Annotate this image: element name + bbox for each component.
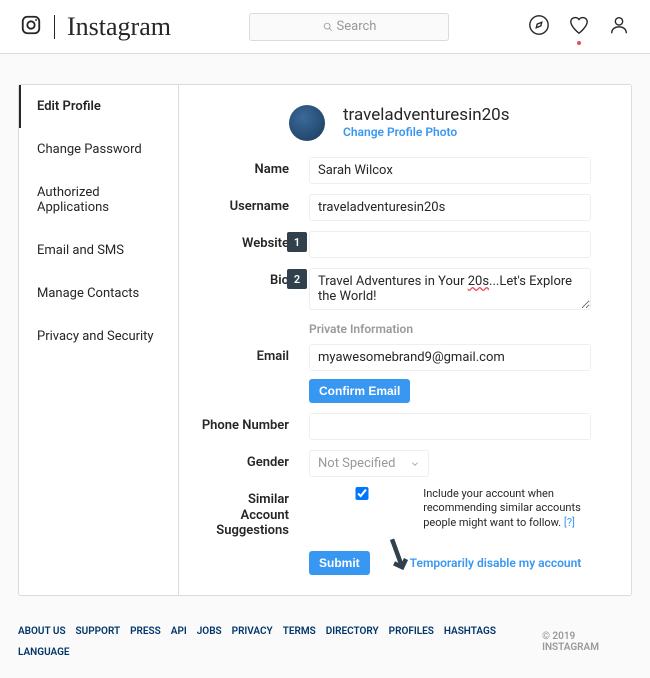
confirm-email-button[interactable]: Confirm Email xyxy=(309,379,410,403)
copyright: © 2019 INSTAGRAM xyxy=(542,631,632,653)
search-input[interactable]: Search xyxy=(249,13,449,41)
label-username: Username xyxy=(199,194,309,214)
footer-link[interactable]: LANGUAGE xyxy=(18,647,70,658)
email-input[interactable] xyxy=(309,344,591,371)
notification-dot xyxy=(577,41,581,45)
logo-divider xyxy=(54,15,55,39)
explore-icon[interactable] xyxy=(528,14,550,40)
settings-container: Edit Profile Change Password Authorized … xyxy=(18,84,632,596)
logo-group: Instagram xyxy=(20,12,171,42)
sidebar-item-privacy-security[interactable]: Privacy and Security xyxy=(19,315,178,358)
footer-link[interactable]: API xyxy=(171,626,187,637)
disable-account-link[interactable]: Temporarily disable my account xyxy=(410,556,582,570)
edit-profile-form: traveladventuresin20s Change Profile Pho… xyxy=(179,85,631,595)
avatar[interactable] xyxy=(289,105,325,141)
row-similar: Similar Account Suggestions Include your… xyxy=(199,487,591,539)
sidebar-item-authorized-apps[interactable]: Authorized Applications xyxy=(19,171,178,229)
phone-input[interactable] xyxy=(309,413,591,440)
similar-checkbox[interactable] xyxy=(309,487,415,500)
footer-link[interactable]: PROFILES xyxy=(389,626,434,637)
row-username: Username xyxy=(199,194,591,221)
footer-link[interactable]: TERMS xyxy=(283,626,316,637)
footer-link[interactable]: SUPPORT xyxy=(76,626,121,637)
sidebar-item-change-password[interactable]: Change Password xyxy=(19,128,178,171)
profile-username: traveladventuresin20s xyxy=(343,105,509,125)
profile-icon[interactable] xyxy=(608,14,630,40)
top-header: Instagram Search xyxy=(0,0,650,54)
search-placeholder: Search xyxy=(337,19,377,34)
website-input[interactable] xyxy=(309,231,591,258)
activity-icon[interactable] xyxy=(568,14,590,40)
label-similar: Similar Account Suggestions xyxy=(199,487,309,539)
profile-header: traveladventuresin20s Change Profile Pho… xyxy=(289,105,591,141)
settings-sidebar: Edit Profile Change Password Authorized … xyxy=(19,85,179,595)
row-email: Email Confirm Email xyxy=(199,344,591,403)
footer-link[interactable]: PRESS xyxy=(130,626,161,637)
footer: ABOUT US SUPPORT PRESS API JOBS PRIVACY … xyxy=(18,626,632,658)
row-phone: Phone Number xyxy=(199,413,591,440)
sidebar-item-edit-profile[interactable]: Edit Profile xyxy=(19,85,178,128)
search-wrap: Search xyxy=(171,13,528,41)
footer-link[interactable]: HASHTAGS xyxy=(444,626,496,637)
search-icon xyxy=(323,22,333,32)
submit-row: Submit Temporarily disable my account xyxy=(309,551,591,575)
gender-select[interactable]: Not Specified xyxy=(309,450,429,477)
bio-input[interactable]: Travel Adventures in Your 20s...Let's Ex… xyxy=(309,268,591,310)
instagram-wordmark[interactable]: Instagram xyxy=(67,12,171,42)
annotation-callout-2: 2 xyxy=(287,269,307,289)
sidebar-item-manage-contacts[interactable]: Manage Contacts xyxy=(19,272,178,315)
submit-button[interactable]: Submit xyxy=(309,551,370,575)
footer-link[interactable]: DIRECTORY xyxy=(326,626,379,637)
username-input[interactable] xyxy=(309,194,591,221)
private-info-heading: Private Information xyxy=(309,322,591,336)
label-name: Name xyxy=(199,157,309,177)
label-gender: Gender xyxy=(199,450,309,470)
footer-links: ABOUT US SUPPORT PRESS API JOBS PRIVACY … xyxy=(18,626,542,658)
help-link[interactable]: [?] xyxy=(564,516,575,529)
annotation-callout-1: 1 xyxy=(287,232,307,252)
row-name: Name xyxy=(199,157,591,184)
row-bio: 2 Bio Travel Adventures in Your 20s...Le… xyxy=(199,268,591,310)
row-gender: Gender Not Specified xyxy=(199,450,591,477)
footer-link[interactable]: JOBS xyxy=(197,626,222,637)
instagram-icon[interactable] xyxy=(20,14,42,40)
header-icons xyxy=(528,14,630,40)
sidebar-item-email-sms[interactable]: Email and SMS xyxy=(19,229,178,272)
similar-text: Include your account when recommending s… xyxy=(423,487,591,530)
footer-link[interactable]: ABOUT US xyxy=(18,626,66,637)
name-input[interactable] xyxy=(309,157,591,184)
change-photo-link[interactable]: Change Profile Photo xyxy=(343,125,509,139)
footer-link[interactable]: PRIVACY xyxy=(232,626,273,637)
chevron-down-icon xyxy=(410,459,420,469)
gender-value: Not Specified xyxy=(318,456,395,471)
row-website: 1 Website xyxy=(199,231,591,258)
label-phone: Phone Number xyxy=(199,413,309,433)
label-email: Email xyxy=(199,344,309,364)
